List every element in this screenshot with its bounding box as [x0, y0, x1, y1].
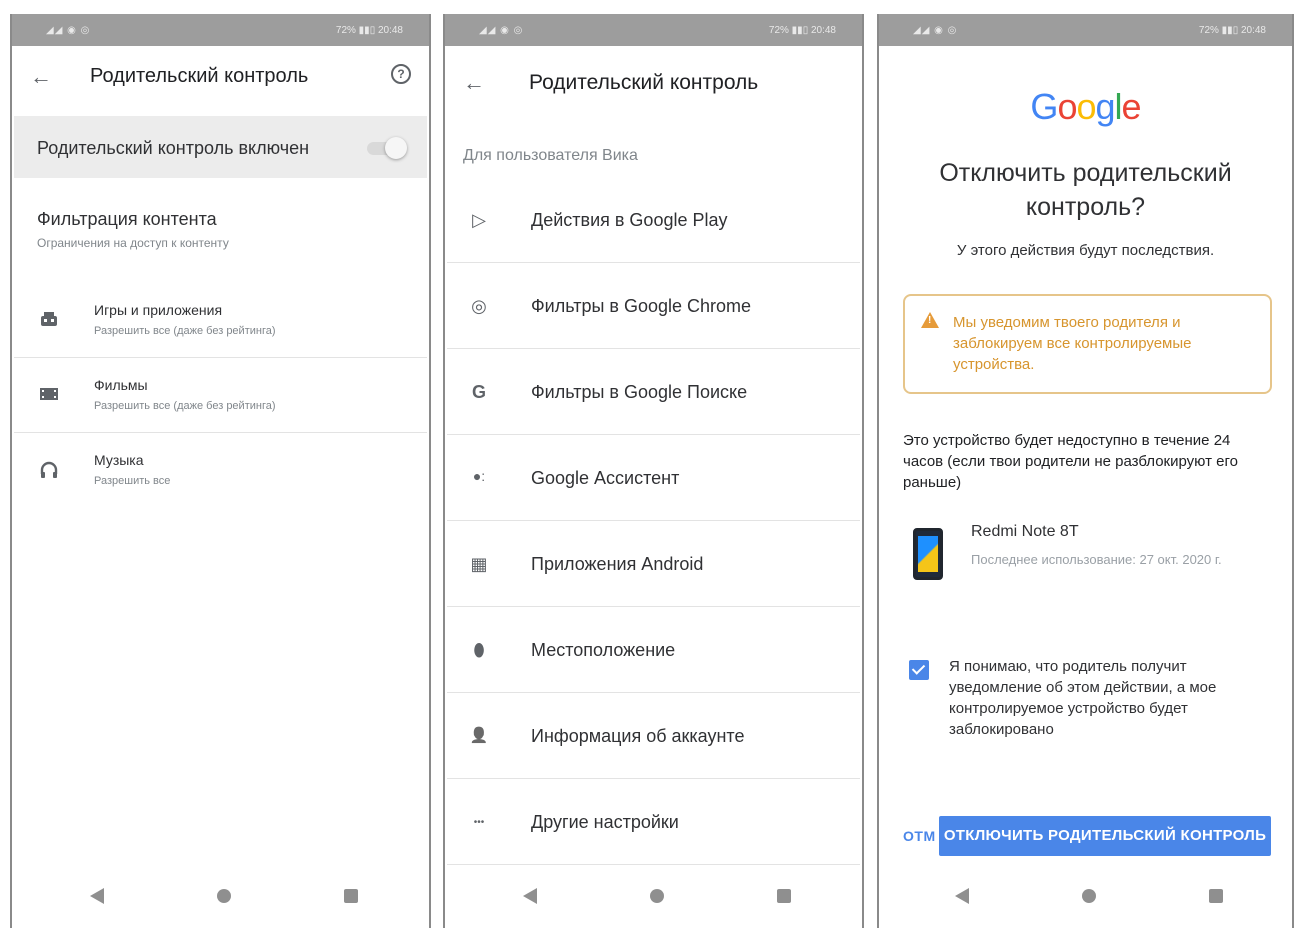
lock-notice: Это устройство будет недоступно в течени… — [903, 432, 1238, 491]
status-bar: ◢◢ ◉ ◎ 72% ▮▮▯ 20:48 — [12, 14, 429, 46]
category-title: Музыка — [94, 452, 144, 468]
category-subtitle: Разрешить все — [94, 475, 171, 487]
circle-home-icon[interactable] — [650, 889, 664, 903]
status-signal: ◢◢ ◉ ◎ — [479, 25, 524, 36]
location-pin-icon: ⬮ — [473, 640, 485, 660]
status-signal: ◢◢ ◉ ◎ — [913, 25, 958, 36]
logo-letter: e — [1121, 86, 1142, 127]
device-screen — [918, 536, 938, 572]
triangle-back-icon[interactable] — [523, 888, 537, 904]
status-battery-time: 72% ▮▮▯ 20:48 — [335, 25, 403, 36]
section-title: Фильтрация контента — [37, 209, 217, 229]
warning-box: Мы уведомим твоего родителя и заблокируе… — [903, 294, 1272, 394]
menu-item-location[interactable]: ⬮ Местоположение — [447, 607, 860, 693]
movies-icon — [39, 385, 61, 405]
menu-item-label: Приложения Android — [531, 554, 704, 574]
games-icon — [39, 310, 61, 330]
dialog-subtitle: У этого действия будут последствия. — [956, 242, 1215, 259]
category-games[interactable]: Игры и приложения Разрешить все (даже бе… — [14, 284, 427, 358]
phone-screen-parental-settings: ◢◢ ◉ ◎ 72% ▮▮▯ 20:48 ← Родительский конт… — [10, 14, 431, 928]
page-title: Родительский контроль — [529, 71, 759, 94]
acknowledge-text: Я понимаю, что родитель получит уведомле… — [949, 658, 1217, 738]
status-bar: ◢◢ ◉ ◎ 72% ▮▮▯ 20:48 — [445, 14, 862, 46]
section-label: Для пользователя Вика — [463, 147, 638, 164]
warning-text: Мы уведомим твоего родителя и заблокируе… — [953, 314, 1192, 373]
category-subtitle: Разрешить все (даже без рейтинга) — [94, 400, 276, 412]
menu-item-android-apps[interactable]: ▦ Приложения Android — [447, 521, 860, 607]
category-movies[interactable]: Фильмы Разрешить все (даже без рейтинга) — [14, 359, 427, 433]
category-title: Фильмы — [94, 377, 148, 393]
menu-item-chrome-filters[interactable]: ◎ Фильтры в Google Chrome — [447, 263, 860, 349]
cancel-button[interactable]: ОТМ — [903, 828, 936, 844]
status-battery-time: 72% ▮▮▯ 20:48 — [1198, 25, 1266, 36]
system-nav-bar — [445, 868, 862, 928]
phone-screen-disable-dialog: ◢◢ ◉ ◎ 72% ▮▮▯ 20:48 Google Отключить ро… — [877, 14, 1294, 928]
triangle-back-icon[interactable] — [955, 888, 969, 904]
back-arrow-icon[interactable]: ← — [30, 64, 52, 90]
dialog-title: Отключить родительский контроль? — [939, 159, 1232, 221]
logo-letter: l — [1114, 86, 1123, 127]
phone-device-icon — [913, 528, 943, 580]
category-subtitle: Разрешить все (даже без рейтинга) — [94, 325, 276, 337]
square-recents-icon[interactable] — [777, 889, 791, 903]
menu-item-assistant[interactable]: ●: Google Ассистент — [447, 435, 860, 521]
system-nav-bar — [879, 868, 1292, 928]
system-nav-bar — [12, 868, 429, 928]
headphones-icon — [39, 460, 61, 480]
logo-letter: g — [1095, 86, 1116, 127]
page-title: Родительский контроль — [90, 65, 309, 87]
toggle-label: Родительский контроль включен — [37, 138, 310, 158]
logo-letter: o — [1057, 86, 1077, 127]
square-recents-icon[interactable] — [344, 889, 358, 903]
back-arrow-icon[interactable]: ← — [463, 70, 485, 96]
category-title: Игры и приложения — [94, 302, 223, 318]
google-logo: Google — [879, 86, 1292, 128]
more-dots-icon: ••• — [473, 817, 485, 828]
phone-screen-parental-menu: ◢◢ ◉ ◎ 72% ▮▮▯ 20:48 ← Родительский конт… — [443, 14, 864, 928]
menu-item-label: Фильтры в Google Поиске — [531, 382, 748, 402]
device-name: Redmi Note 8T — [971, 523, 1079, 540]
parental-control-toggle-row[interactable]: Родительский контроль включен — [14, 116, 427, 178]
android-apps-icon: ▦ — [470, 554, 488, 574]
logo-letter: G — [1030, 86, 1058, 127]
chrome-icon: ◎ — [471, 296, 487, 316]
status-battery-time: 72% ▮▮▯ 20:48 — [768, 25, 836, 36]
category-music[interactable]: Музыка Разрешить все — [14, 434, 427, 508]
status-bar: ◢◢ ◉ ◎ 72% ▮▮▯ 20:48 — [879, 14, 1292, 46]
menu-item-other-settings[interactable]: ••• Другие настройки — [447, 779, 860, 865]
device-last-used: Последнее использование: 27 окт. 2020 г. — [971, 552, 1222, 567]
warning-icon — [921, 312, 939, 328]
menu-item-label: Местоположение — [531, 640, 676, 660]
status-signal: ◢◢ ◉ ◎ — [46, 25, 91, 36]
square-recents-icon[interactable] — [1209, 889, 1223, 903]
disable-parental-control-button[interactable]: ОТКЛЮЧИТЬ РОДИТЕЛЬСКИЙ КОНТРОЛЬ — [939, 816, 1271, 856]
help-icon[interactable]: ? — [391, 64, 411, 84]
menu-item-label: Действия в Google Play — [531, 210, 728, 230]
menu-item-label: Фильтры в Google Chrome — [531, 296, 752, 316]
triangle-back-icon[interactable] — [90, 888, 104, 904]
menu-item-label: Информация об аккаунте — [531, 726, 745, 746]
circle-home-icon[interactable] — [217, 889, 231, 903]
menu-item-google-play[interactable]: ▷ Действия в Google Play — [447, 177, 860, 263]
menu-item-search-filters[interactable]: G Фильтры в Google Поиске — [447, 349, 860, 435]
acknowledge-checkbox[interactable] — [909, 660, 929, 680]
section-subtitle: Ограничения на доступ к контенту — [37, 236, 229, 250]
circle-home-icon[interactable] — [1082, 889, 1096, 903]
google-play-icon: ▷ — [472, 210, 486, 230]
logo-letter: o — [1076, 86, 1096, 127]
menu-item-label: Другие настройки — [531, 812, 679, 832]
toggle-thumb[interactable] — [385, 137, 407, 159]
assistant-icon: ●: — [472, 468, 486, 484]
menu-item-account-info[interactable]: 👤 Информация об аккаунте — [447, 693, 860, 779]
menu-item-label: Google Ассистент — [531, 468, 680, 488]
account-person-icon: 👤 — [469, 727, 489, 744]
google-search-icon: G — [471, 382, 486, 402]
